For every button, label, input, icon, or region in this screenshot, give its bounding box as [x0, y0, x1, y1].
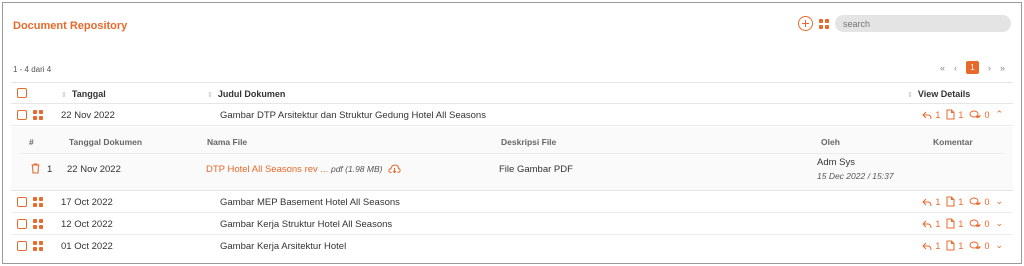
row-date: 22 Nov 2022	[61, 110, 115, 121]
table-row[interactable]: 01 Oct 2022 Gambar Kerja Arsitektur Hote…	[11, 235, 1013, 257]
reply-icon	[922, 220, 932, 228]
table-row[interactable]: 12 Oct 2022 Gambar Kerja Struktur Hotel …	[11, 213, 1013, 235]
reply-icon	[922, 111, 932, 119]
row-date: 12 Oct 2022	[61, 219, 113, 230]
pagination: « ‹ 1 › »	[940, 61, 1005, 74]
reply-count: 1	[935, 196, 941, 207]
file-icon	[946, 196, 955, 207]
reply-icon	[922, 198, 932, 206]
table-header: ⇕ Tanggal ⇕ Judul Dokumen ⇕ View Details	[11, 82, 1013, 104]
sub-row-desc: File Gambar PDF	[499, 164, 573, 175]
sort-icon: ⇕	[207, 92, 213, 99]
column-title[interactable]: ⇕ Judul Dokumen	[207, 89, 285, 99]
comment-icon	[969, 110, 982, 118]
cloud-download-icon[interactable]	[388, 164, 401, 174]
comment-icon	[969, 219, 982, 227]
row-date: 01 Oct 2022	[61, 241, 113, 252]
file-icon	[946, 109, 955, 120]
sort-icon: ⇕	[907, 92, 913, 99]
file-count: 1	[958, 218, 964, 229]
sub-header-file: Nama File	[207, 137, 248, 147]
document-repository-panel: Document Repository 1 - 4 dari 4 « ‹ 1 ›…	[2, 2, 1022, 264]
column-title-label: Judul Dokumen	[217, 89, 286, 99]
grid-icon	[33, 110, 43, 120]
column-date[interactable]: ⇕ Tanggal	[61, 89, 106, 99]
last-page-button[interactable]: »	[1000, 63, 1005, 73]
header-tools	[798, 15, 1011, 32]
row-title[interactable]: Gambar Kerja Arsitektur Hotel	[220, 241, 346, 252]
row-date: 17 Oct 2022	[61, 197, 113, 208]
prev-page-button[interactable]: ‹	[954, 63, 957, 73]
table-row[interactable]: 22 Nov 2022 Gambar DTP Arsitektur dan St…	[11, 104, 1013, 126]
chevron-down-icon[interactable]: ⌄	[995, 218, 1003, 229]
grid-view-icon[interactable]	[819, 18, 829, 29]
file-count: 1	[958, 240, 964, 251]
comment-count: 0	[984, 240, 990, 251]
file-link[interactable]: DTP Hotel All Seasons rev ... pdf (1.98 …	[206, 164, 401, 175]
chevron-down-icon[interactable]: ⌄	[995, 196, 1003, 207]
chevron-down-icon[interactable]: ⌄	[995, 240, 1003, 251]
grid-icon	[33, 219, 43, 229]
row-title[interactable]: Gambar MEP Basement Hotel All Seasons	[220, 197, 400, 208]
grid-icon	[33, 197, 43, 207]
search-input[interactable]	[835, 15, 1011, 32]
chevron-up-icon[interactable]: ⌃	[995, 109, 1003, 120]
comment-icon	[969, 241, 982, 249]
column-details[interactable]: ⇕ View Details	[907, 89, 970, 99]
result-count: 1 - 4 dari 4	[13, 65, 52, 74]
row-checkbox[interactable]	[17, 219, 27, 229]
column-date-label: Tanggal	[71, 89, 106, 99]
divider	[19, 153, 1005, 154]
row-title[interactable]: Gambar DTP Arsitektur dan Struktur Gedun…	[220, 110, 486, 121]
add-document-icon[interactable]	[798, 16, 813, 31]
file-count: 1	[958, 196, 964, 207]
reply-count: 1	[935, 240, 941, 251]
next-page-button[interactable]: ›	[988, 63, 991, 73]
comment-icon	[969, 197, 982, 205]
sub-header-date: Tanggal Dokumen	[69, 137, 143, 147]
sub-header-num: #	[29, 137, 34, 147]
grid-icon	[33, 241, 43, 251]
page-title: Document Repository	[13, 20, 128, 32]
reply-count: 1	[935, 109, 941, 120]
file-count: 1	[958, 109, 964, 120]
sub-row-date: 22 Nov 2022	[67, 164, 121, 175]
file-meta: pdf (1.98 MB)	[330, 164, 383, 174]
row-checkbox[interactable]	[17, 110, 27, 120]
row-title[interactable]: Gambar Kerja Struktur Hotel All Seasons	[220, 219, 392, 230]
current-page-button[interactable]: 1	[965, 61, 979, 74]
sub-header-by: Oleh	[821, 137, 840, 147]
table-row[interactable]: 17 Oct 2022 Gambar MEP Basement Hotel Al…	[11, 191, 1013, 213]
document-files-subtable: # Tanggal Dokumen Nama File Deskripsi Fi…	[11, 127, 1013, 191]
row-checkbox[interactable]	[17, 197, 27, 207]
reply-icon	[922, 242, 932, 250]
sort-icon: ⇕	[61, 92, 67, 99]
sub-header-comment: Komentar	[933, 137, 973, 147]
sub-row-by: Adm Sys	[817, 157, 856, 168]
sub-row-timestamp: 15 Dec 2022 / 15:37	[817, 171, 894, 181]
column-details-label: View Details	[917, 89, 971, 99]
row-checkbox[interactable]	[17, 241, 27, 251]
row-actions: 1 1 0 ⌄	[922, 240, 1003, 251]
comment-count: 0	[984, 109, 990, 120]
row-actions: 1 1 0 ⌃	[922, 109, 1003, 120]
select-all-checkbox[interactable]	[17, 88, 27, 98]
file-icon	[946, 240, 955, 251]
comment-count: 0	[984, 196, 990, 207]
sub-row-num: 1	[47, 164, 53, 175]
row-actions: 1 1 0 ⌄	[922, 196, 1003, 207]
sub-header-desc: Deskripsi File	[501, 137, 557, 147]
reply-count: 1	[935, 218, 941, 229]
row-actions: 1 1 0 ⌄	[922, 218, 1003, 229]
trash-icon[interactable]	[31, 163, 40, 174]
file-name[interactable]: DTP Hotel All Seasons rev ...	[206, 164, 328, 175]
file-icon	[946, 218, 955, 229]
comment-count: 0	[984, 218, 990, 229]
first-page-button[interactable]: «	[940, 63, 945, 73]
